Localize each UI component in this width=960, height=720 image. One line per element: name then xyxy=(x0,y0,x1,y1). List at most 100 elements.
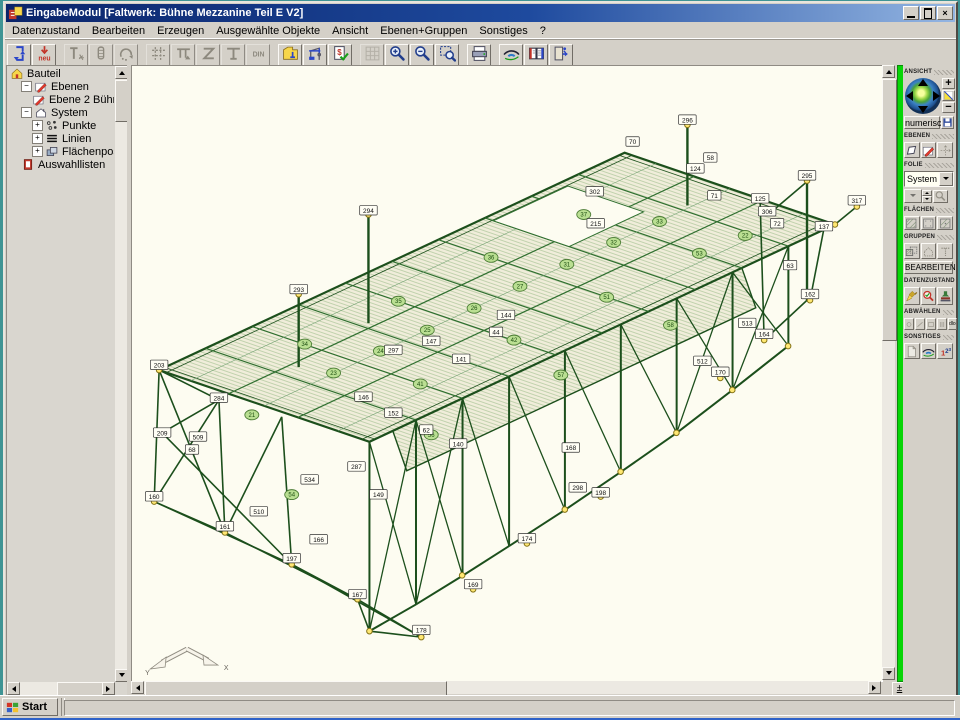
zoom-minus-button[interactable]: − xyxy=(942,102,955,113)
tree-hscrollbar[interactable] xyxy=(7,682,115,695)
model-canvas[interactable]: 2324252627313233343536374142515354565758… xyxy=(131,65,883,682)
start-button[interactable]: Start xyxy=(2,698,58,716)
zoom-window-button[interactable] xyxy=(435,44,459,67)
folie-select[interactable]: System xyxy=(904,171,954,187)
stamp-data-button[interactable] xyxy=(937,287,953,305)
din-button[interactable]: DIN xyxy=(246,44,270,67)
maximize-button[interactable] xyxy=(920,6,936,20)
canvas-hscrollbar[interactable] xyxy=(131,681,881,694)
tree-item-linien[interactable]: +Linien xyxy=(8,132,114,145)
text-star-button[interactable] xyxy=(64,44,88,67)
tree-expander[interactable]: + xyxy=(32,146,43,157)
data-state-button[interactable] xyxy=(7,44,31,67)
tree-item-auswahllisten[interactable]: Auswahllisten xyxy=(8,158,114,171)
canvas-scroll-up[interactable] xyxy=(882,65,895,78)
tree-scroll-left[interactable] xyxy=(7,682,20,695)
menu-item-bearbeiten[interactable]: Bearbeiten xyxy=(86,24,151,38)
taskbar-empty-area[interactable] xyxy=(64,700,955,716)
canvas-scroll-left[interactable] xyxy=(131,681,144,694)
misc-display-button[interactable] xyxy=(921,343,937,359)
tree-item-system[interactable]: −System xyxy=(8,106,114,119)
positions-folder-button[interactable] xyxy=(278,44,302,67)
tree-item-punkte[interactable]: +Punkte xyxy=(8,119,114,132)
area-combined-button[interactable] xyxy=(937,216,953,230)
menu-item-erzeugen[interactable]: Erzeugen xyxy=(151,24,210,38)
column-button[interactable] xyxy=(89,44,113,67)
menu-item--[interactable]: ? xyxy=(534,24,552,38)
svg-text:294: 294 xyxy=(363,208,374,215)
menu-item-ausgew-hlte-objekte[interactable]: Ausgewählte Objekte xyxy=(210,24,326,38)
svg-text:23: 23 xyxy=(330,371,337,377)
check-document-button[interactable]: $ xyxy=(328,44,352,67)
tree-expander[interactable]: − xyxy=(21,107,32,118)
minimize-button[interactable] xyxy=(903,6,919,20)
svg-text:302: 302 xyxy=(589,189,600,196)
tree-expander[interactable]: + xyxy=(32,133,43,144)
misc-page-button[interactable] xyxy=(904,343,920,359)
zoom-out-button[interactable] xyxy=(410,44,434,67)
deselect-points-button[interactable] xyxy=(904,318,914,330)
canvas-scroll-down[interactable] xyxy=(882,667,895,680)
exit-button[interactable] xyxy=(549,44,573,67)
new-button[interactable]: neu xyxy=(32,44,56,67)
menu-item-ansicht[interactable]: Ansicht xyxy=(326,24,374,38)
canvas-hscroll-thumb[interactable] xyxy=(145,681,447,696)
clean-data-button[interactable] xyxy=(904,287,920,305)
level-edit-button[interactable] xyxy=(921,142,937,158)
print-button[interactable] xyxy=(467,44,491,67)
ghouse-icon xyxy=(34,106,49,119)
deselect-lines-button[interactable] xyxy=(915,318,925,330)
page-view-button[interactable] xyxy=(524,44,548,67)
group-overlap-button[interactable] xyxy=(904,243,920,259)
zoom-plus-button[interactable]: + xyxy=(942,78,955,89)
menu-item-ebenen-gruppen[interactable]: Ebenen+Gruppen xyxy=(374,24,473,38)
folie-search-button[interactable] xyxy=(933,190,948,203)
save-view-button[interactable] xyxy=(941,116,954,129)
canvas-scroll-right[interactable] xyxy=(868,681,881,694)
group-house-button[interactable] xyxy=(921,243,937,259)
close-button[interactable]: × xyxy=(937,6,953,20)
folie-spinner[interactable] xyxy=(922,190,932,203)
view-rotate-control[interactable] xyxy=(905,78,941,114)
folie-sub-select[interactable] xyxy=(904,189,922,203)
zoom-window-icon xyxy=(439,45,456,65)
level-polygon-button[interactable] xyxy=(904,142,920,158)
table-button[interactable] xyxy=(171,44,195,67)
deselect-areas-button[interactable] xyxy=(926,318,936,330)
check-data-button[interactable] xyxy=(921,287,937,305)
rotate-button[interactable] xyxy=(114,44,138,67)
level-axes-button[interactable] xyxy=(937,142,953,158)
zoom-in-button[interactable] xyxy=(385,44,409,67)
z-profile-button[interactable] xyxy=(196,44,220,67)
tree-item-fl-chenpositione[interactable]: +Flächenpositione xyxy=(8,145,114,158)
t-profile-button[interactable] xyxy=(221,44,245,67)
tree-expander[interactable]: − xyxy=(21,81,32,92)
deselect-all-button[interactable]: dlo xyxy=(948,318,957,330)
group-t-button[interactable] xyxy=(937,243,953,259)
display-options-button[interactable] xyxy=(499,44,523,67)
rotate-up-icon[interactable] xyxy=(918,79,928,86)
tree-item-ebenen[interactable]: −Ebenen xyxy=(8,80,114,93)
menu-item-sonstiges[interactable]: Sonstiges xyxy=(473,24,533,38)
crane-module-button[interactable] xyxy=(303,44,327,67)
tree-item-bauteil[interactable]: Bauteil xyxy=(8,67,114,80)
rotate-right-icon[interactable] xyxy=(933,91,940,101)
app-icon[interactable] xyxy=(8,6,23,21)
bearbeiten-button[interactable]: BEARBEITEN xyxy=(904,261,953,274)
rotate-left-icon[interactable] xyxy=(906,91,913,101)
canvas-vscrollbar[interactable] xyxy=(882,65,895,680)
deselect-grid-button[interactable] xyxy=(937,318,947,330)
tree-scroll-right[interactable] xyxy=(102,682,115,695)
numeric-view-button[interactable]: numerisch xyxy=(904,116,940,129)
grid-button[interactable] xyxy=(360,44,384,67)
misc-numbering-button[interactable]: 123 xyxy=(937,343,953,359)
rotate-down-icon[interactable] xyxy=(918,106,928,113)
area-hatch-button[interactable] xyxy=(904,216,920,230)
canvas-vscroll-thumb[interactable] xyxy=(882,79,897,341)
raster-snap-button[interactable] xyxy=(146,44,170,67)
perspective-button[interactable] xyxy=(942,90,955,101)
tree-expander[interactable]: + xyxy=(32,120,43,131)
menu-item-datenzustand[interactable]: Datenzustand xyxy=(6,24,86,38)
tree-item-ebene-2-b-hne[interactable]: Ebene 2 Bühne xyxy=(8,93,114,106)
area-outline-button[interactable] xyxy=(921,216,937,230)
